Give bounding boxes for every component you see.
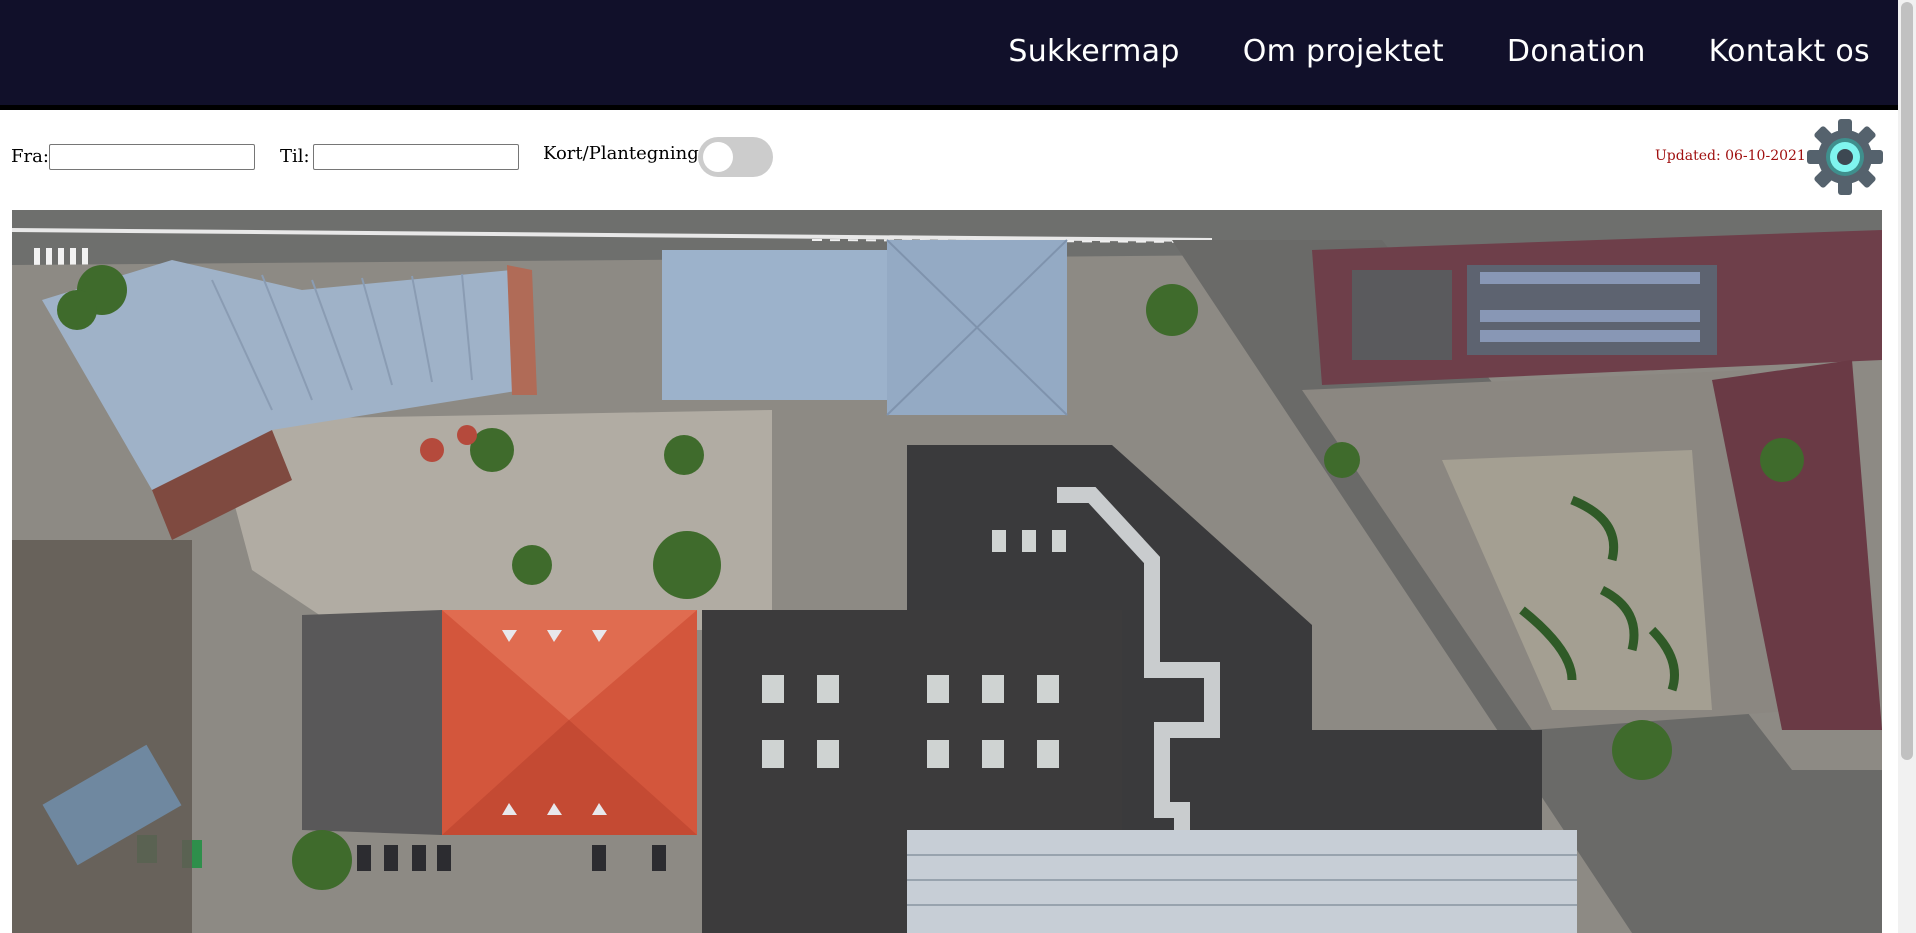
nav-link-om-projektet[interactable]: Om projektet <box>1243 34 1444 69</box>
top-navigation: Sukkermap Om projektet Donation Kontakt … <box>0 0 1898 110</box>
scrollbar-thumb[interactable] <box>1901 2 1913 760</box>
satellite-imagery <box>12 210 1882 933</box>
nav-link-sukkermap[interactable]: Sukkermap <box>1008 34 1179 69</box>
map-floorplan-toggle-label: Kort/Plantegning: <box>543 143 705 164</box>
map-floorplan-toggle[interactable] <box>698 137 773 177</box>
nav-link-donation[interactable]: Donation <box>1507 34 1646 69</box>
updated-date-text: Updated: 06-10-2021 <box>1655 148 1806 164</box>
nav-link-kontakt-os[interactable]: Kontakt os <box>1709 34 1870 69</box>
gear-icon <box>1807 119 1883 195</box>
from-date-input[interactable] <box>49 144 255 170</box>
satellite-map[interactable] <box>12 210 1882 933</box>
settings-button[interactable] <box>1805 117 1885 197</box>
to-date-input[interactable] <box>313 144 519 170</box>
toggle-knob <box>703 142 733 172</box>
page-scrollbar[interactable] <box>1898 0 1916 933</box>
filter-bar: Fra: Til: Kort/Plantegning: Updated: 06-… <box>0 115 1898 210</box>
to-label: Til: <box>280 146 310 167</box>
from-label: Fra: <box>11 146 49 167</box>
